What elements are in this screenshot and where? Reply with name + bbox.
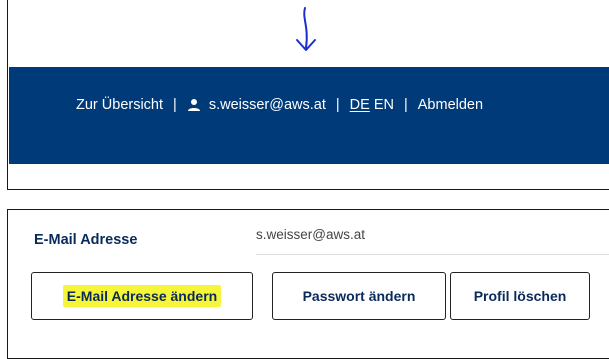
- user-email: s.weisser@aws.at: [208, 97, 326, 113]
- change-email-button[interactable]: E-Mail Adresse ändern: [31, 272, 253, 320]
- header-screenshot-panel: Zur Übersicht | s.weisser@aws.at | DE EN…: [7, 0, 609, 190]
- language-en-link[interactable]: EN: [374, 97, 394, 113]
- nav-separator: |: [173, 97, 177, 113]
- change-password-button[interactable]: Passwort ändern: [272, 272, 446, 320]
- overview-link[interactable]: Zur Übersicht: [76, 97, 163, 113]
- nav-separator: |: [403, 97, 408, 113]
- arrow-down-icon: [296, 7, 316, 51]
- language-de-link[interactable]: DE: [350, 97, 370, 113]
- user-account-link[interactable]: s.weisser@aws.at: [187, 97, 326, 113]
- nav-separator: |: [335, 97, 340, 113]
- top-navigation-bar: Zur Übersicht | s.weisser@aws.at | DE EN…: [9, 67, 609, 164]
- delete-profile-button[interactable]: Profil löschen: [450, 272, 590, 320]
- change-email-button-label: E-Mail Adresse ändern: [62, 285, 222, 307]
- profile-screenshot-panel: E-Mail Adresse s.weisser@aws.at E-Mail A…: [7, 209, 609, 359]
- logout-link[interactable]: Abmelden: [418, 97, 483, 113]
- email-value: s.weisser@aws.at: [256, 227, 365, 242]
- user-icon: [187, 99, 200, 112]
- nav-row: Zur Übersicht | s.weisser@aws.at | DE EN…: [76, 93, 483, 117]
- email-label: E-Mail Adresse: [34, 232, 138, 248]
- email-field-divider: [256, 254, 609, 255]
